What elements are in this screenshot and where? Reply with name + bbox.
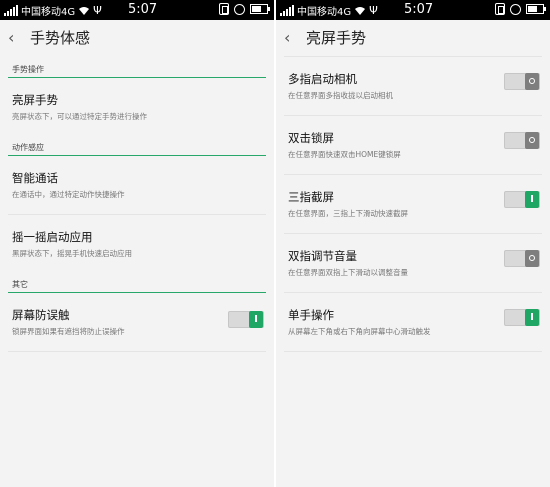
alarm-icon [234,3,245,15]
status-left: 中国移动4G Ψ [4,3,102,18]
item-title: 双指调节音量 [288,249,357,263]
page-title: 亮屏手势 [306,28,367,47]
item-subtitle: 在任意界面双指上下滑动以调整音量 [288,268,408,277]
toggle-knob [525,309,539,326]
status-left: 中国移动4G Ψ [280,3,378,18]
settings-item-one-hand-mode[interactable]: 单手操作 从屏幕左下角或右下角向屏幕中心滑动触发 [276,293,550,351]
settings-item-shake-launch[interactable]: 摇一摇启动应用 黑屏状态下，摇晃手机快速启动应用 [0,215,274,273]
wifi-icon [79,6,90,15]
settings-item-multi-finger-camera[interactable]: 多指启动相机 在任意界面多指收拢以启动相机 [276,57,550,115]
item-title: 多指启动相机 [288,72,357,86]
item-subtitle: 黑屏状态下，摇晃手机快速启动应用 [12,249,132,258]
screens: 中国移动4G Ψ 5:07 ‹ 手势体感 手势操作 亮屏手势 亮屏状态下，可以通… [0,0,550,487]
battery-icon [526,4,546,14]
toggle-knob [525,132,539,149]
back-icon[interactable]: ‹ [284,28,300,47]
three-finger-screenshot-toggle[interactable] [504,191,540,208]
screen-on-gestures-screen: 中国移动4G Ψ 5:07 ‹ 亮屏手势 多指启动相机 在任意界面多指收拢以启动… [276,0,550,487]
settings-item-double-tap-lock[interactable]: 双击锁屏 在任意界面快速双击HOME键锁屏 [276,116,550,174]
status-right [219,3,270,15]
toggle-knob [525,250,539,267]
section-header-other: 其它 [8,273,266,293]
signal-icon [280,5,294,16]
item-subtitle: 锁屏界面如果有遮挡将防止误操作 [12,327,125,336]
settings-item-smart-call[interactable]: 智能通话 在通话中，通过特定动作快捷操作 [0,156,274,214]
status-time: 5:07 [128,2,158,17]
divider [284,351,542,352]
page-title: 手势体感 [30,28,91,47]
usb-icon: Ψ [93,4,102,17]
pocket-mode-toggle[interactable] [228,311,264,328]
item-subtitle: 亮屏状态下，可以通过特定手势进行操作 [12,112,147,121]
item-title: 屏幕防误触 [12,308,70,322]
page-header: ‹ 亮屏手势 [276,20,550,54]
item-title: 单手操作 [288,308,334,322]
gesture-motion-screen: 中国移动4G Ψ 5:07 ‹ 手势体感 手势操作 亮屏手势 亮屏状态下，可以通… [0,0,274,487]
item-title: 摇一摇启动应用 [12,230,93,244]
section-header-motion: 动作感应 [8,136,266,156]
item-subtitle: 在任意界面多指收拢以启动相机 [288,91,393,100]
battery-icon [250,4,270,14]
multi-finger-camera-toggle[interactable] [504,73,540,90]
item-title: 亮屏手势 [12,93,58,107]
item-subtitle: 在任意界面，三指上下滑动快速截屏 [288,209,408,218]
status-right [495,3,546,15]
settings-item-pocket-mode[interactable]: 屏幕防误触 锁屏界面如果有遮挡将防止误操作 [0,293,274,351]
status-time: 5:07 [404,2,434,17]
back-icon[interactable]: ‹ [8,28,24,47]
usb-icon: Ψ [369,4,378,17]
two-finger-volume-toggle[interactable] [504,250,540,267]
item-title: 双击锁屏 [288,131,334,145]
toggle-knob [525,73,539,90]
signal-icon [4,5,18,16]
settings-item-two-finger-volume[interactable]: 双指调节音量 在任意界面双指上下滑动以调整音量 [276,234,550,292]
status-bar: 中国移动4G Ψ 5:07 [0,0,274,20]
double-tap-lock-toggle[interactable] [504,132,540,149]
one-hand-mode-toggle[interactable] [504,309,540,326]
item-title: 智能通话 [12,171,58,185]
status-bar: 中国移动4G Ψ 5:07 [276,0,550,20]
toggle-knob [525,191,539,208]
item-title: 三指截屏 [288,190,334,204]
carrier-label: 中国移动4G [21,7,76,18]
settings-item-screen-on-gestures[interactable]: 亮屏手势 亮屏状态下，可以通过特定手势进行操作 [0,78,274,136]
item-subtitle: 在任意界面快速双击HOME键锁屏 [288,150,401,159]
divider [8,351,266,352]
settings-item-three-finger-screenshot[interactable]: 三指截屏 在任意界面，三指上下滑动快速截屏 [276,175,550,233]
vibrate-icon [495,3,505,15]
vibrate-icon [219,3,229,15]
item-subtitle: 从屏幕左下角或右下角向屏幕中心滑动触发 [288,327,431,336]
section-header-gesture: 手势操作 [8,58,266,78]
item-subtitle: 在通话中，通过特定动作快捷操作 [12,190,125,199]
alarm-icon [510,3,521,15]
page-header: ‹ 手势体感 [0,20,274,54]
toggle-knob [249,311,263,328]
carrier-label: 中国移动4G [297,7,352,18]
wifi-icon [355,6,366,15]
